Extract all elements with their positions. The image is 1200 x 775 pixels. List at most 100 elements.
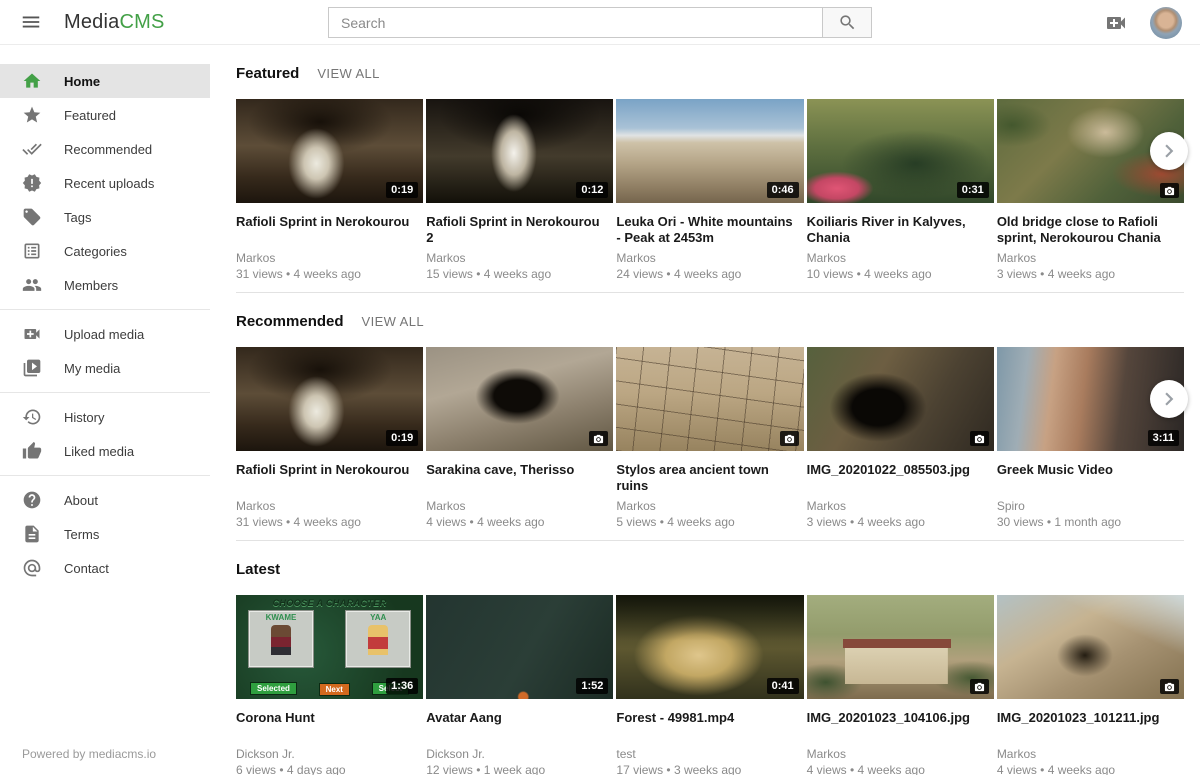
media-thumbnail[interactable]: [807, 595, 994, 699]
section-title: Latest: [236, 561, 280, 578]
sidebar-item-home[interactable]: Home: [0, 64, 210, 98]
media-title[interactable]: Old bridge close to Rafioli sprint, Nero…: [997, 214, 1184, 246]
sidebar-item-terms[interactable]: Terms: [0, 517, 210, 551]
view-all-link[interactable]: VIEW ALL: [317, 66, 379, 81]
media-card: 0:41Forest - 49981.mp4test17 views • 3 w…: [616, 595, 803, 775]
media-author[interactable]: Markos: [616, 499, 803, 513]
media-author[interactable]: Markos: [997, 251, 1184, 265]
media-title[interactable]: Rafioli Sprint in Nerokourou 2: [426, 214, 613, 246]
video-library-icon: [22, 358, 42, 378]
media-title[interactable]: Forest - 49981.mp4: [616, 710, 803, 742]
media-thumbnail[interactable]: [997, 595, 1184, 699]
media-title[interactable]: Rafioli Sprint in Nerokourou: [236, 462, 423, 494]
view-all-link[interactable]: VIEW ALL: [362, 314, 424, 329]
sidebar-item-recommended[interactable]: Recommended: [0, 132, 210, 166]
media-title[interactable]: Avatar Aang: [426, 710, 613, 742]
search-input[interactable]: [328, 7, 822, 38]
sidebar-item-categories[interactable]: Categories: [0, 234, 210, 268]
sidebar-item-label: My media: [64, 361, 120, 376]
media-card: IMG_20201022_085503.jpgMarkos3 views • 4…: [807, 347, 994, 529]
game-character-name: KWAME: [249, 613, 313, 622]
media-thumbnail[interactable]: 0:41: [616, 595, 803, 699]
media-author[interactable]: Markos: [426, 251, 613, 265]
sidebar-item-label: History: [64, 410, 104, 425]
media-author[interactable]: Markos: [426, 499, 613, 513]
media-thumbnail[interactable]: CHOOSE A CHARACTERKWAMEYAASelectedNextSe…: [236, 595, 423, 699]
media-title[interactable]: Koiliaris River in Kalyves, Chania: [807, 214, 994, 246]
media-card: 1:52Avatar AangDickson Jr.12 views • 1 w…: [426, 595, 613, 775]
media-author[interactable]: Markos: [236, 251, 423, 265]
media-meta: 10 views • 4 weeks ago: [807, 267, 994, 281]
game-character-sprite: [368, 625, 388, 655]
media-thumbnail[interactable]: 0:19: [236, 347, 423, 451]
carousel-next-button[interactable]: [1150, 380, 1188, 418]
media-author[interactable]: test: [616, 747, 803, 761]
media-title[interactable]: Leuka Ori - White mountains - Peak at 24…: [616, 214, 803, 246]
header-actions: [1104, 0, 1200, 45]
main-content: FeaturedVIEW ALL0:19Rafioli Sprint in Ne…: [210, 45, 1200, 775]
media-meta: 6 views • 4 days ago: [236, 763, 423, 775]
sidebar-item-recent-uploads[interactable]: Recent uploads: [0, 166, 210, 200]
sidebar-item-upload-media[interactable]: Upload media: [0, 317, 210, 351]
carousel-next-button[interactable]: [1150, 132, 1188, 170]
media-title[interactable]: IMG_20201023_101211.jpg: [997, 710, 1184, 742]
media-title[interactable]: Greek Music Video: [997, 462, 1184, 494]
media-author[interactable]: Dickson Jr.: [236, 747, 423, 761]
sidebar-item-history[interactable]: History: [0, 400, 210, 434]
media-author[interactable]: Markos: [236, 499, 423, 513]
sidebar-item-members[interactable]: Members: [0, 268, 210, 302]
media-author[interactable]: Dickson Jr.: [426, 747, 613, 761]
camera-icon: [589, 431, 608, 446]
menu-button[interactable]: [18, 9, 44, 35]
media-author[interactable]: Markos: [997, 747, 1184, 761]
card-row: CHOOSE A CHARACTERKWAMEYAASelectedNextSe…: [236, 595, 1184, 775]
media-card: 0:31 Koiliaris River in Kalyves, Chania Ma…: [807, 99, 994, 281]
logo[interactable]: MediaCMS: [64, 11, 165, 34]
media-card: Old bridge close to Rafioli sprint, Nero…: [997, 99, 1184, 281]
logo-media: Media: [64, 11, 119, 33]
media-title[interactable]: IMG_20201022_085503.jpg: [807, 462, 994, 494]
media-author[interactable]: Markos: [616, 251, 803, 265]
sidebar-item-tags[interactable]: Tags: [0, 200, 210, 234]
media-thumbnail[interactable]: 0:19: [236, 99, 423, 203]
media-title[interactable]: Corona Hunt: [236, 710, 423, 742]
media-title[interactable]: Stylos area ancient town ruins: [616, 462, 803, 494]
media-thumbnail[interactable]: 0:46: [616, 99, 803, 203]
media-thumbnail[interactable]: [426, 347, 613, 451]
media-title[interactable]: Rafioli Sprint in Nerokourou: [236, 214, 423, 246]
media-meta: 4 views • 4 weeks ago: [807, 763, 994, 775]
sidebar-item-liked-media[interactable]: Liked media: [0, 434, 210, 468]
section-featured: FeaturedVIEW ALL0:19Rafioli Sprint in Ne…: [236, 45, 1184, 293]
media-thumbnail[interactable]: 0:12: [426, 99, 613, 203]
sidebar-item-my-media[interactable]: My media: [0, 351, 210, 385]
search-button[interactable]: [822, 7, 872, 38]
sidebar-item-contact[interactable]: Contact: [0, 551, 210, 585]
card-row: 0:19Rafioli Sprint in NerokourouMarkos31…: [236, 99, 1184, 281]
media-thumbnail[interactable]: 0:31: [807, 99, 994, 203]
media-thumbnail[interactable]: [807, 347, 994, 451]
media-title[interactable]: Sarakina cave, Therisso: [426, 462, 613, 494]
upload-media-button[interactable]: [1104, 11, 1128, 35]
media-author[interactable]: Spiro: [997, 499, 1184, 513]
new-releases-icon: [22, 173, 42, 193]
media-author[interactable]: Markos: [807, 747, 994, 761]
sidebar-item-label: Liked media: [64, 444, 134, 459]
user-menu-button[interactable]: [1150, 7, 1182, 39]
game-character-sprite: [271, 625, 291, 655]
camera-icon: [970, 679, 989, 694]
sidebar-item-about[interactable]: About: [0, 483, 210, 517]
sidebar-item-featured[interactable]: Featured: [0, 98, 210, 132]
media-card: Sarakina cave, Therisso Markos 4 views • 4…: [426, 347, 613, 529]
media-author[interactable]: Markos: [807, 499, 994, 513]
duration-badge: 0:31: [957, 182, 989, 198]
sidebar-group: AboutTermsContact: [0, 475, 210, 592]
media-title[interactable]: IMG_20201023_104106.jpg: [807, 710, 994, 742]
media-author[interactable]: Markos: [807, 251, 994, 265]
section-title: Recommended: [236, 313, 344, 330]
done-all-icon: [22, 139, 42, 159]
media-meta: 4 views • 4 weeks ago: [426, 515, 613, 529]
media-thumbnail[interactable]: [616, 347, 803, 451]
media-thumbnail[interactable]: 1:52: [426, 595, 613, 699]
home-icon: [22, 71, 42, 91]
game-button: Selected: [250, 682, 297, 695]
